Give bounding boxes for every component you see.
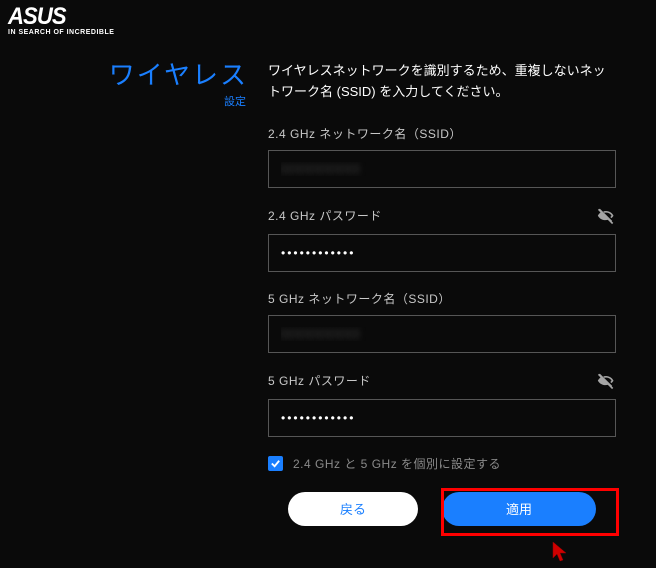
field-ssid-24: 2.4 GHz ネットワーク名（SSID） <box>268 125 616 188</box>
brand-logo: ASUS IN SEARCH OF INCREDIBLE <box>8 6 114 36</box>
input-password-24[interactable] <box>268 234 616 272</box>
label-ssid-24: 2.4 GHz ネットワーク名（SSID） <box>268 125 462 142</box>
field-password-24: 2.4 GHz パスワード <box>268 206 616 272</box>
page-title: ワイヤレス <box>108 60 248 91</box>
input-ssid-5[interactable] <box>268 315 616 353</box>
apply-button[interactable]: 適用 <box>442 492 596 526</box>
label-separate-bands: 2.4 GHz と 5 GHz を個別に設定する <box>293 455 501 472</box>
label-password-24: 2.4 GHz パスワード <box>268 207 382 224</box>
back-button[interactable]: 戻る <box>288 492 418 526</box>
brand-name: ASUS <box>8 6 106 28</box>
eye-off-icon[interactable] <box>596 206 616 226</box>
input-password-5[interactable] <box>268 399 616 437</box>
checkbox-separate-bands[interactable] <box>268 456 283 471</box>
label-ssid-5: 5 GHz ネットワーク名（SSID） <box>268 290 451 307</box>
field-ssid-5: 5 GHz ネットワーク名（SSID） <box>268 290 616 353</box>
input-ssid-24[interactable] <box>268 150 616 188</box>
eye-off-icon[interactable] <box>596 371 616 391</box>
field-password-5: 5 GHz パスワード <box>268 371 616 437</box>
instructions-text: ワイヤレスネットワークを識別するため、重複しないネットワーク名 (SSID) を… <box>268 60 616 103</box>
page-subtitle: 設定 <box>108 93 248 109</box>
label-password-5: 5 GHz パスワード <box>268 372 371 389</box>
separate-bands-row: 2.4 GHz と 5 GHz を個別に設定する <box>268 455 616 472</box>
